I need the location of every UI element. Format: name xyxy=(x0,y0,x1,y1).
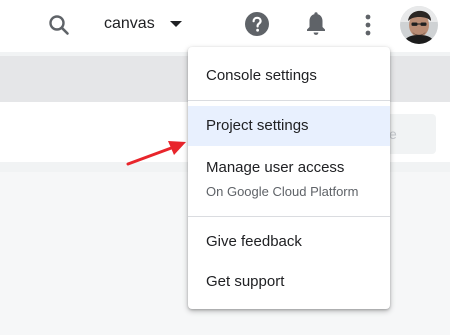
bell-icon xyxy=(307,12,325,35)
menu-item-console-settings[interactable]: Console settings xyxy=(188,57,390,95)
menu-divider xyxy=(188,216,390,217)
help-button[interactable] xyxy=(243,10,271,38)
search-button[interactable] xyxy=(44,10,74,40)
menu-item-sublabel: On Google Cloud Platform xyxy=(206,184,359,199)
menu-item-get-support[interactable]: Get support xyxy=(188,263,390,301)
top-app-bar: canvas xyxy=(0,0,450,52)
menu-item-label: Manage user access xyxy=(206,159,345,176)
search-icon xyxy=(49,15,69,35)
help-icon xyxy=(245,12,269,36)
menu-item-give-feedback[interactable]: Give feedback xyxy=(188,223,390,261)
red-arrow-annotation xyxy=(126,141,186,166)
user-avatar[interactable] xyxy=(400,6,438,44)
menu-item-manage-user-access[interactable]: Manage user access On Google Cloud Platf… xyxy=(188,155,390,211)
notifications-button[interactable] xyxy=(302,9,330,39)
menu-item-label: Project settings xyxy=(206,117,309,134)
menu-item-label: Get support xyxy=(206,273,285,290)
menu-divider xyxy=(188,100,390,101)
project-name: canvas xyxy=(104,15,155,32)
more-vert-icon xyxy=(365,14,371,36)
settings-menu: Console settings Project settings Manage… xyxy=(188,47,390,309)
menu-item-label: Give feedback xyxy=(206,233,302,250)
project-selector[interactable]: canvas xyxy=(104,10,183,38)
more-options-button[interactable] xyxy=(356,10,380,40)
dropdown-arrow-icon xyxy=(169,21,182,27)
menu-item-project-settings[interactable]: Project settings xyxy=(188,106,390,146)
avatar-image xyxy=(400,6,438,44)
menu-item-label: Console settings xyxy=(206,67,317,84)
